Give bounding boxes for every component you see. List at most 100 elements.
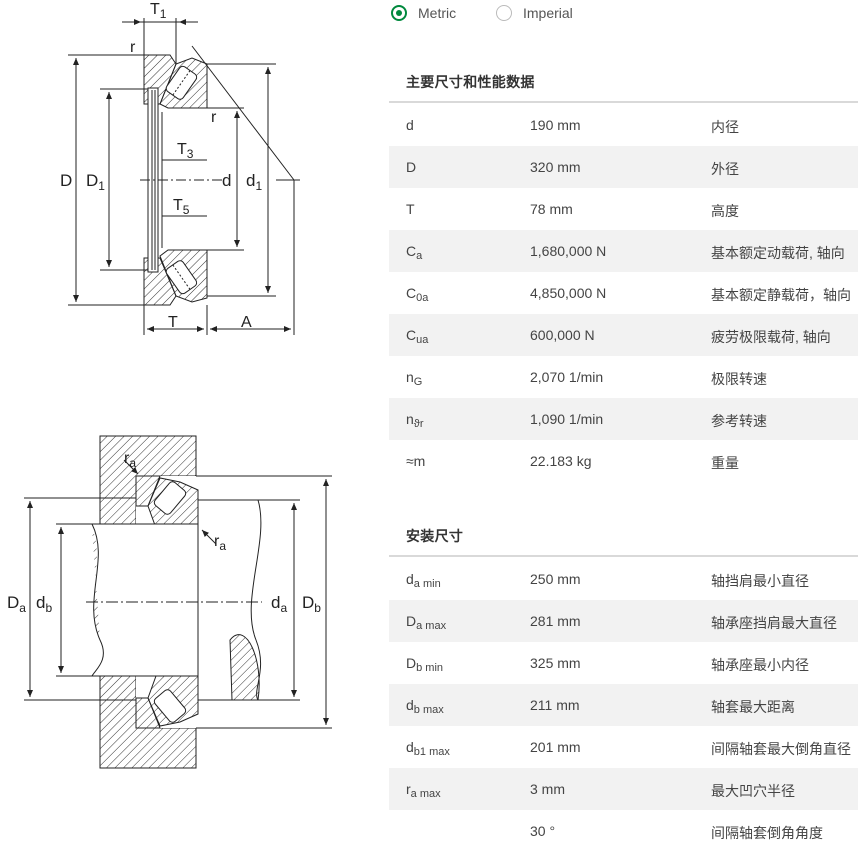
label-D: D: [60, 171, 72, 190]
table-row: nG 2,070 1/min 极限转速: [389, 356, 858, 398]
param-description: 轴挡肩最小直径: [711, 573, 809, 589]
param-description: 轴套最大距离: [711, 699, 795, 715]
symbol-main: n: [406, 411, 414, 427]
symbol-subscript: a max: [416, 620, 447, 632]
symbol-main: D: [406, 613, 417, 629]
param-symbol: nϑr: [406, 411, 423, 430]
table-row: D 320 mm 外径: [389, 146, 858, 188]
table-row: Db min 325 mm 轴承座最小内径: [389, 642, 858, 684]
param-description: 外径: [711, 161, 739, 177]
label-Da: Da: [7, 593, 26, 615]
symbol-subscript: a: [416, 250, 423, 262]
label-r-top: r: [130, 39, 136, 56]
param-symbol: Ca: [406, 243, 422, 262]
symbol-subscript: G: [413, 376, 423, 388]
param-symbol: C0a: [406, 285, 428, 304]
symbol-main: d: [406, 739, 414, 755]
table-row: da min 250 mm 轴挡肩最小直径: [389, 558, 858, 600]
param-value: 250 mm: [530, 571, 581, 587]
symbol-main: D: [406, 655, 417, 671]
bearing-section-drawing: [68, 18, 300, 335]
label-db: db: [36, 593, 52, 615]
param-symbol: D: [406, 159, 416, 175]
param-value: 320 mm: [530, 159, 581, 175]
section-divider: [389, 101, 858, 103]
param-symbol: Da max: [406, 613, 446, 632]
table-row: ra max 3 mm 最大凹穴半径: [389, 768, 858, 810]
param-value: 3 mm: [530, 781, 565, 797]
param-value: 78 mm: [530, 201, 573, 217]
label-D1: D1: [86, 171, 105, 193]
param-value: 4,850,000 N: [530, 285, 607, 301]
param-symbol: T: [406, 201, 415, 217]
table-row: 30 ° 间隔轴套倒角角度: [389, 810, 858, 852]
param-description: 轴承座最小内径: [711, 657, 809, 673]
param-symbol: ≈m: [406, 453, 425, 469]
metric-option[interactable]: Metric: [391, 5, 456, 21]
table-row: ≈m 22.183 kg 重量: [389, 440, 858, 482]
param-description: 间隔轴套最大倒角直径: [711, 741, 851, 757]
param-description: 轴承座挡肩最大直径: [711, 615, 837, 631]
param-value: 22.183 kg: [530, 453, 592, 469]
param-description: 内径: [711, 119, 739, 135]
section-divider: [389, 555, 858, 557]
metric-label: Metric: [418, 5, 457, 21]
param-value: 30 °: [530, 823, 556, 839]
imperial-option[interactable]: Imperial: [496, 5, 573, 21]
label-A: A: [241, 314, 252, 331]
imperial-label: Imperial: [523, 5, 573, 21]
table-row: C0a 4,850,000 N 基本额定静载荷，轴向: [389, 272, 858, 314]
param-symbol: d: [406, 117, 414, 133]
symbol-subscript: b min: [416, 662, 444, 674]
param-description: 疲劳极限载荷, 轴向: [711, 329, 831, 345]
param-description: 极限转速: [711, 371, 767, 387]
param-value: 281 mm: [530, 613, 581, 629]
symbol-main: d: [406, 571, 414, 587]
symbol-subscript: 0a: [416, 292, 429, 304]
table-row: T 78 mm 高度: [389, 188, 858, 230]
table-row: Da max 281 mm 轴承座挡肩最大直径: [389, 600, 858, 642]
param-description: 最大凹穴半径: [711, 783, 795, 799]
param-description: 间隔轴套倒角角度: [711, 825, 823, 841]
label-T1: T1: [150, 1, 167, 21]
param-description: 基本额定静载荷，轴向: [711, 287, 851, 303]
label-d: d: [222, 171, 231, 190]
param-description: 基本额定动载荷, 轴向: [711, 245, 845, 261]
param-symbol: Cua: [406, 327, 428, 346]
table-row: nϑr 1,090 1/min 参考转速: [389, 398, 858, 440]
label-Db: Db: [302, 593, 321, 615]
table-row: db1 max 201 mm 间隔轴套最大倒角直径: [389, 726, 858, 768]
symbol-main: D: [406, 159, 417, 175]
symbol-main: n: [406, 369, 414, 385]
symbol-main: C: [406, 327, 417, 343]
param-description: 重量: [711, 455, 739, 471]
param-description: 参考转速: [711, 413, 767, 429]
param-description: 高度: [711, 203, 739, 219]
label-d1: d1: [246, 171, 262, 193]
symbol-main: T: [406, 201, 415, 217]
symbol-subscript: ua: [416, 334, 429, 346]
metric-radio[interactable]: [391, 5, 407, 21]
param-symbol: Db min: [406, 655, 443, 674]
param-value: 2,070 1/min: [530, 369, 604, 385]
param-value: 190 mm: [530, 117, 581, 133]
mount-section-title: 安装尺寸: [406, 528, 464, 544]
table-row: db max 211 mm 轴套最大距离: [389, 684, 858, 726]
param-value: 1,090 1/min: [530, 411, 604, 427]
symbol-subscript: ϑr: [413, 418, 424, 430]
table-row: Cua 600,000 N 疲劳极限载荷, 轴向: [389, 314, 858, 356]
symbol-main: C: [406, 243, 417, 259]
symbol-main: ≈m: [406, 453, 426, 469]
label-da: da: [271, 593, 287, 615]
label-T3: T3: [177, 141, 194, 161]
table-row: Ca 1,680,000 N 基本额定动载荷, 轴向: [389, 230, 858, 272]
imperial-radio[interactable]: [496, 5, 512, 21]
symbol-subscript: a max: [410, 788, 441, 800]
param-value: 211 mm: [530, 697, 580, 713]
param-symbol: ra max: [406, 781, 441, 800]
symbol-subscript: b1 max: [413, 746, 450, 758]
label-T: T: [168, 314, 178, 331]
param-value: 325 mm: [530, 655, 581, 671]
param-value: 1,680,000 N: [530, 243, 607, 259]
bearing-drawings: T1 r r T3 T5 D D1 d d1 T A ra ra Da db d…: [7, 1, 332, 769]
